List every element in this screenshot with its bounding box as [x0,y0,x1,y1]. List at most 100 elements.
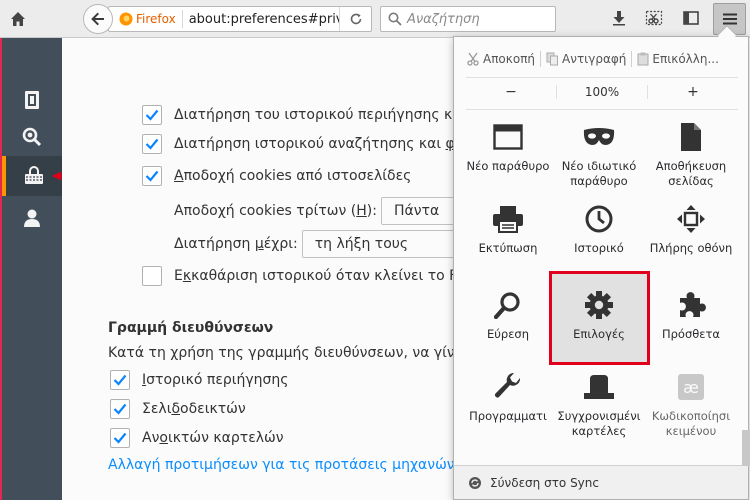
checkmark-icon [145,170,159,182]
label-text: οδεικτών [180,401,246,417]
search-placeholder[interactable]: Αναζήτηση [407,12,480,27]
svg-text:æ: æ [683,378,699,397]
synced-tabs-button[interactable]: Συγχρονισμένι καρτέλες [554,369,644,439]
hamburger-menu-icon [722,13,737,25]
url-bar[interactable]: Firefox about:preferences#privacy [108,6,372,32]
fullscreen-button[interactable]: Πλήρης οθόνη [646,201,736,256]
label-text: Αποδοχή cookies τρίτων ( [174,203,357,219]
download-arrow-icon [613,11,625,26]
url-text[interactable]: about:preferences#privacy [189,12,339,27]
checkbox[interactable] [110,428,130,448]
save-page-icon [681,123,701,151]
search-bar[interactable]: Αναζήτηση [380,6,556,32]
category-general[interactable] [2,80,62,120]
firefox-brand-label: Firefox [136,12,176,26]
zoom-controls: − 100% + [466,77,738,105]
history-label: Ιστορικό [574,241,624,255]
find-label: Εύρεση [486,327,529,341]
checkbox[interactable] [142,266,162,286]
history-clock-icon [585,205,613,233]
label-text: καθάριση ιστορικού όταν κλείνει το Fir [191,268,466,284]
fullscreen-label: Πλήρης οθόνη [649,241,733,255]
clear-history-on-close-option[interactable]: Εκκαθάριση ιστορικού όταν κλείνει το Fir [142,266,466,286]
sync-signin-button[interactable]: Σύνδεση στο Sync [454,465,748,499]
suggest-open-tabs-option[interactable]: Ανοικτών καρτελών [110,428,284,448]
save-page-button[interactable]: Αποθήκευση σελίδας [646,119,736,189]
developer-wrench-icon [495,372,521,398]
divider [540,51,542,67]
checkbox[interactable] [142,134,162,154]
label-text: ): [366,203,377,219]
search-suggestions-preferences-link[interactable]: Αλλαγή προτιμήσεων για τις προτάσεις μηχ… [108,457,468,473]
scrollbar[interactable] [742,430,750,466]
screenshot-button[interactable] [640,4,668,32]
suggest-history-option[interactable]: Ιστορικό περιήγησης [110,370,289,390]
checkbox[interactable] [142,166,162,186]
keep-until-label: Διατήρηση μέχρι: [174,236,298,252]
addons-label: Πρόσθετα [661,327,721,341]
sync-signin-label: Σύνδεση στο Sync [490,475,599,490]
checkbox[interactable] [142,105,162,125]
keep-search-history-option[interactable]: Διατήρηση ιστορικού αναζήτησης και φ [142,134,455,154]
zoom-out-button[interactable]: − [466,84,556,100]
checkbox[interactable] [110,370,130,390]
accept-cookies-label: Αποδοχή cookies από ιστοσελίδες [174,168,411,184]
third-party-cookies-row: Αποδοχή cookies τρίτων (Η): Πάντα [174,197,501,225]
synced-tabs-icon [584,375,614,399]
addons-puzzle-icon [680,292,706,317]
cut-icon [467,52,479,66]
find-button[interactable]: Εύρεση [463,287,553,342]
suggest-bookmarks-label: Σελιδοδεικτών [142,401,246,417]
magnifier-icon [22,127,42,147]
preferences-categories [0,38,62,500]
suggest-bookmarks-option[interactable]: Σελιδοδεικτών [110,399,246,419]
divider [466,109,738,110]
copy-icon [546,52,559,66]
new-window-button[interactable]: Νέο παράθυρο [463,119,553,174]
select-value: Πάντα [393,203,440,219]
navigation-toolbar: Firefox about:preferences#privacy Αναζήτ… [0,0,750,38]
developer-button[interactable]: Προγραμματι [463,369,553,424]
access-key: Η [356,203,367,219]
person-icon [24,209,40,227]
checkmark-icon [113,432,127,444]
cut-button[interactable]: Αποκοπή [466,52,535,66]
copy-button[interactable]: Αντιγραφή [546,52,626,66]
keep-search-history-label: Διατήρηση ιστορικού αναζήτησης και φ [174,136,455,152]
checkmark-icon [113,374,127,386]
addons-button[interactable]: Πρόσθετα [646,287,736,342]
text-encoding-label: Κωδικοποίησι κειμένου [651,409,731,438]
new-window-icon [493,124,523,150]
options-button[interactable]: Επιλογές [554,287,644,342]
fullscreen-icon [677,205,705,233]
zoom-in-button[interactable]: + [648,84,738,100]
reload-button[interactable] [339,7,371,31]
access-key: κ [182,268,192,284]
sidebar-toggle-button[interactable] [677,4,705,32]
site-identity[interactable]: Firefox [119,10,183,28]
category-sync[interactable] [2,198,62,238]
access-key: μ [254,236,264,252]
zoom-reset-button[interactable]: 100% [556,84,648,99]
keep-browsing-history-option[interactable]: Διατήρηση του ιστορικού περιήγησης κ [142,105,452,125]
back-button[interactable] [83,4,113,34]
firefox-logo-icon [119,12,133,26]
keep-browsing-history-label: Διατήρηση του ιστορικού περιήγησης κ [174,107,453,123]
label-text: Διατήρηση [174,236,255,252]
label-text: έχρι: [263,236,298,252]
label-text: Σελι [142,401,172,417]
back-arrow-icon [91,12,104,26]
new-private-window-button[interactable]: Νέο ιδιωτικό παράθυρο [554,119,644,189]
checkbox[interactable] [110,399,130,419]
find-icon [494,292,520,319]
private-mask-icon [583,128,615,145]
accept-cookies-option[interactable]: Αποδοχή cookies από ιστοσελίδες [142,166,411,186]
category-search[interactable] [2,117,62,157]
print-button[interactable]: Εκτύπωση [463,201,553,256]
home-button[interactable] [2,3,34,35]
label-text: Αν [142,430,160,446]
history-button[interactable]: Ιστορικό [554,201,644,256]
downloads-button[interactable] [605,4,633,32]
paste-button[interactable]: Επικόλλη... [637,52,719,66]
text-encoding-button[interactable]: æ Κωδικοποίησι κειμένου [646,369,736,439]
